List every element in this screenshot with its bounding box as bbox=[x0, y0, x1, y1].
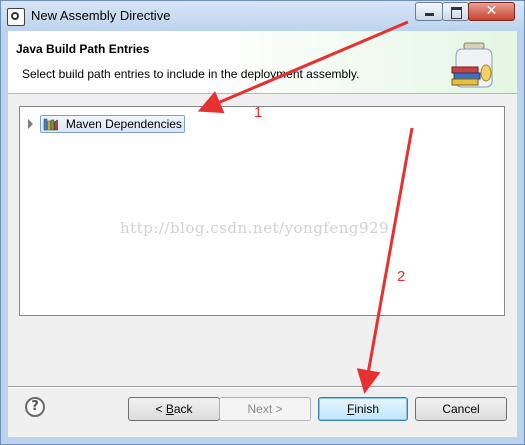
expand-arrow-icon[interactable] bbox=[28, 119, 33, 129]
eclipse-icon bbox=[7, 8, 25, 26]
library-icon bbox=[43, 118, 58, 131]
dialog-window: New Assembly Directive ✕ Java Build Path… bbox=[0, 0, 525, 445]
jar-books-icon bbox=[451, 42, 493, 88]
maximize-button[interactable] bbox=[442, 2, 469, 21]
window-title: New Assembly Directive bbox=[31, 8, 171, 23]
page-description: Select build path entries to include in … bbox=[22, 67, 360, 81]
next-button[interactable]: Next > bbox=[219, 397, 311, 421]
build-path-tree[interactable]: Maven Dependencies http://blog.csdn.net/… bbox=[19, 106, 505, 316]
dialog-client: Java Build Path Entries Select build pat… bbox=[8, 31, 517, 437]
back-rest: ack bbox=[173, 402, 193, 416]
tree-node-selected[interactable]: Maven Dependencies bbox=[40, 115, 185, 133]
cancel-button[interactable]: Cancel bbox=[415, 397, 507, 421]
finish-button[interactable]: Finish bbox=[318, 397, 408, 421]
watermark-text: http://blog.csdn.net/yongfeng929 bbox=[120, 219, 390, 237]
wizard-header: Java Build Path Entries Select build pat… bbox=[8, 31, 517, 94]
annotation-label-2: 2 bbox=[397, 268, 406, 285]
back-mnemonic: B bbox=[165, 402, 174, 416]
annotation-label-1: 1 bbox=[254, 104, 263, 121]
close-button[interactable]: ✕ bbox=[468, 2, 515, 21]
back-prefix: < bbox=[155, 402, 166, 416]
tree-item-label: Maven Dependencies bbox=[65, 117, 182, 131]
button-bar-divider bbox=[8, 386, 517, 388]
close-icon: ✕ bbox=[485, 3, 498, 19]
help-button[interactable]: ? bbox=[25, 397, 45, 417]
finish-rest: inish bbox=[354, 402, 380, 416]
title-bar[interactable]: New Assembly Directive ✕ bbox=[1, 1, 524, 31]
back-button[interactable]: < Back bbox=[128, 397, 220, 421]
page-title: Java Build Path Entries bbox=[16, 42, 150, 56]
minimize-button[interactable] bbox=[415, 2, 443, 21]
